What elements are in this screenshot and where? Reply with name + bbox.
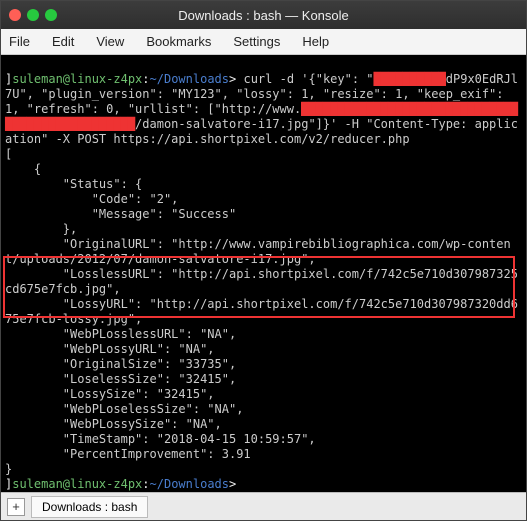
out-l13: "LoselessSize": "32415", [5,372,236,386]
out-l18: "PercentImprovement": 3.91 [5,447,251,461]
out-l14: "LossySize": "32415", [5,387,215,401]
prompt-path: ~/Downloads [150,72,229,86]
window-title: Downloads : bash — Konsole [1,8,526,23]
out-l15: "WebPLoselessSize": "NA", [5,402,243,416]
menu-view[interactable]: View [96,34,124,49]
prompt-user: suleman@linux-z4px [12,72,142,86]
new-tab-button[interactable]: + [7,498,25,516]
out-l16: "WebPLossySize": "NA", [5,417,222,431]
out-l6: }, [5,222,77,236]
redacted-key: ██████████ [374,72,446,86]
menu-help[interactable]: Help [302,34,329,49]
prompt-user-2: suleman@linux-z4px [12,477,142,491]
out-l5: "Message": "Success" [5,207,236,221]
out-l12: "OriginalSize": "33735", [5,357,236,371]
titlebar[interactable]: Downloads : bash — Konsole [1,1,526,29]
out-l19: } [5,462,12,476]
close-icon[interactable] [9,9,21,21]
prompt-path-2: ~/Downloads [150,477,229,491]
out-l4: "Code": "2", [5,192,178,206]
menubar: File Edit View Bookmarks Settings Help [1,29,526,55]
menu-bookmarks[interactable]: Bookmarks [146,34,211,49]
out-l3: "Status": { [5,177,142,191]
menu-settings[interactable]: Settings [233,34,280,49]
cmd-part1: curl -d '{"key": " [243,72,373,86]
maximize-icon[interactable] [45,9,57,21]
out-l2: { [5,162,41,176]
konsole-window: Downloads : bash — Konsole File Edit Vie… [0,0,527,521]
minimize-icon[interactable] [27,9,39,21]
menu-edit[interactable]: Edit [52,34,74,49]
menu-file[interactable]: File [9,34,30,49]
out-l1: [ [5,147,12,161]
out-l17: "TimeStamp": "2018-04-15 10:59:57", [5,432,316,446]
out-l11: "WebPLossyURL": "NA", [5,342,215,356]
tab-downloads-bash[interactable]: Downloads : bash [31,496,148,518]
highlight-box [3,256,515,318]
out-l10: "WebPLosslessURL": "NA", [5,327,236,341]
terminal-output[interactable]: ]suleman@linux-z4px:~/Downloads> curl -d… [1,55,526,492]
tab-bar: + Downloads : bash [1,492,526,520]
window-buttons [9,9,57,21]
